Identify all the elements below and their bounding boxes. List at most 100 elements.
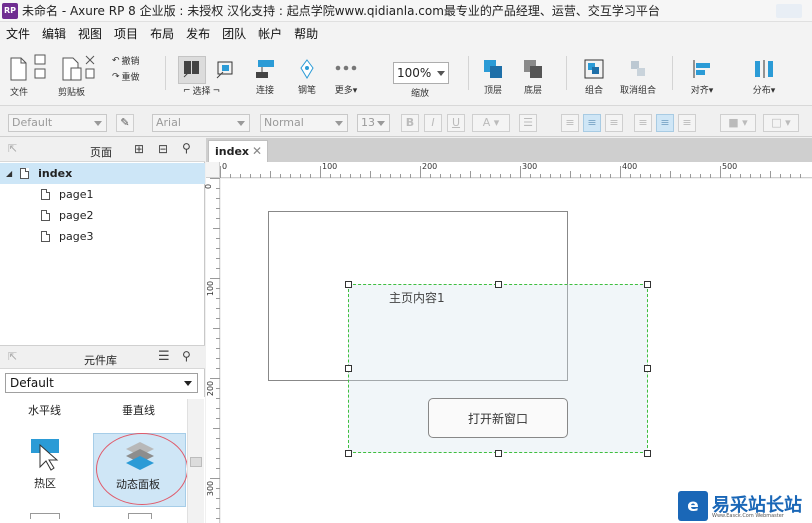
toolbar-separator [566, 56, 567, 90]
distribute-button[interactable]: 分布▾ [752, 58, 776, 96]
style-select[interactable]: Default [8, 114, 107, 132]
align-button[interactable]: 对齐▾ [690, 58, 714, 96]
redo-icon: ↷ [112, 71, 120, 82]
page-name: index [38, 167, 73, 180]
tree-expand-icon[interactable]: ◢ [6, 169, 12, 178]
menu-project[interactable]: 项目 [108, 25, 144, 42]
resize-handle-br[interactable] [644, 450, 651, 457]
connect-button[interactable]: 连接 [254, 58, 276, 96]
resize-handle-bl[interactable] [345, 450, 352, 457]
select-contain-button[interactable] [214, 58, 238, 82]
cut-copy-icons[interactable] [84, 54, 96, 80]
menu-edit[interactable]: 编辑 [36, 25, 72, 42]
window-control[interactable] [776, 4, 802, 18]
menu-team[interactable]: 团队 [216, 25, 252, 42]
send-to-back-button[interactable]: 底层 [522, 58, 544, 96]
resize-handle-b[interactable] [495, 450, 502, 457]
widget-hline-label[interactable]: 水平线 [28, 402, 61, 418]
widget-vline-label[interactable]: 垂直线 [122, 402, 155, 418]
underline-icon[interactable]: U [447, 114, 465, 132]
format-toolbar: Default ✎ Arial Normal 13 B I U A ▾ ☰ ≡ … [0, 107, 812, 137]
collapse-icon[interactable]: ⇱ [8, 142, 17, 155]
align-text-left-icon[interactable]: ≡ [561, 114, 579, 132]
shadow-icon[interactable]: □ ▾ [763, 114, 799, 132]
bring-to-front-button[interactable]: 顶层 [482, 58, 504, 96]
undo-icon: ↶ [112, 55, 120, 66]
ungroup-button[interactable]: 取消组合 [620, 58, 656, 96]
tab-index[interactable]: index ✕ [208, 140, 268, 162]
send-back-icon [524, 60, 542, 78]
menu-publish[interactable]: 发布 [180, 25, 216, 42]
font-color-icon[interactable]: A ▾ [472, 114, 510, 132]
align-text-right-icon[interactable]: ≡ [605, 114, 623, 132]
undo-button[interactable]: ↶ 撤销 [112, 54, 140, 68]
collapse-icon[interactable]: ⇱ [8, 350, 17, 363]
page-tree-item-page2[interactable]: page2 [0, 205, 205, 226]
search-icon[interactable]: ⚲ [182, 349, 191, 363]
page-tree-item-page1[interactable]: page1 [0, 184, 205, 205]
group-button[interactable]: 组合 [582, 58, 606, 96]
page-tree-item-index[interactable]: ◢ index [0, 163, 205, 184]
bold-icon[interactable]: B [401, 114, 419, 132]
pages-panel-header: ⇱ 页面 ⊞ ⊟ ⚲ [0, 138, 205, 162]
library-select[interactable]: Default [5, 373, 198, 393]
open-new-window-button[interactable]: 打开新窗口 [428, 398, 568, 438]
canvas-tabstrip: index ✕ [206, 138, 812, 162]
align-text-middle-icon[interactable]: ≡ [656, 114, 674, 132]
bullet-list-icon[interactable]: ☰ [519, 114, 537, 132]
clipboard-button[interactable]: 剪贴板 [58, 56, 85, 98]
redo-button[interactable]: ↷ 重做 [112, 70, 140, 84]
more-dots-icon [335, 65, 357, 71]
add-page-icon[interactable]: ⊞ [134, 142, 144, 156]
menu-layout[interactable]: 布局 [144, 25, 180, 42]
resize-handle-tr[interactable] [644, 281, 651, 288]
dynamic-panel-text[interactable]: 主页内容1 [389, 289, 445, 306]
menu-icon[interactable]: ☰ [158, 349, 170, 364]
add-folder-icon[interactable]: ⊟ [158, 142, 168, 156]
chevron-down-icon [377, 121, 385, 126]
zoom-label: 缩放 [411, 89, 430, 99]
font-weight-select[interactable]: Normal [260, 114, 348, 132]
close-icon[interactable]: ✕ [252, 144, 262, 158]
clipboard-label: 剪贴板 [58, 88, 86, 98]
align-text-bottom-icon[interactable]: ≡ [678, 114, 696, 132]
fill-color-icon[interactable]: ■ ▾ [720, 114, 756, 132]
pen-button[interactable]: 钢笔 [296, 58, 318, 96]
align-text-center-icon[interactable]: ≡ [583, 114, 601, 132]
resize-handle-tl[interactable] [345, 281, 352, 288]
widget-hotspot[interactable]: 热区 [28, 437, 64, 490]
zoom-select[interactable]: 100% [393, 62, 449, 84]
font-family-select[interactable]: Arial [152, 114, 250, 132]
file-button[interactable]: 文件 [8, 56, 30, 98]
distribute-icon [755, 60, 773, 78]
resize-handle-t[interactable] [495, 281, 502, 288]
more-button[interactable]: 更多▾ [334, 58, 358, 96]
widget-partial[interactable] [30, 513, 60, 519]
menu-file[interactable]: 文件 [0, 25, 36, 42]
page-tree-item-page3[interactable]: page3 [0, 226, 205, 247]
connect-label: 连接 [255, 86, 274, 96]
select-intersect-button[interactable] [178, 56, 206, 84]
widget-hotspot-label: 热区 [34, 477, 56, 490]
chevron-down-icon [437, 71, 445, 76]
resize-handle-l[interactable] [345, 365, 352, 372]
menu-account[interactable]: 帐户 [252, 25, 288, 42]
menu-view[interactable]: 视图 [72, 25, 108, 42]
library-scrollbar[interactable] [187, 399, 204, 523]
watermark-icon: e [678, 491, 708, 521]
italic-icon[interactable]: I [424, 114, 442, 132]
axure-app-icon: RP [2, 2, 18, 19]
search-icon[interactable]: ⚲ [182, 141, 191, 155]
library-panel-title: 元件库 [84, 354, 117, 367]
style-editor-icon[interactable]: ✎ [116, 114, 134, 132]
save-open-icons[interactable] [34, 54, 46, 80]
widget-partial[interactable] [128, 513, 152, 519]
scroll-thumb[interactable] [190, 457, 202, 467]
redo-label: 重做 [121, 73, 140, 83]
font-size-select[interactable]: 13 [357, 114, 390, 132]
menu-help[interactable]: 帮助 [288, 25, 324, 42]
align-text-top-icon[interactable]: ≡ [634, 114, 652, 132]
chevron-down-icon [94, 121, 102, 126]
page-name: page1 [59, 188, 94, 201]
resize-handle-r[interactable] [644, 365, 651, 372]
